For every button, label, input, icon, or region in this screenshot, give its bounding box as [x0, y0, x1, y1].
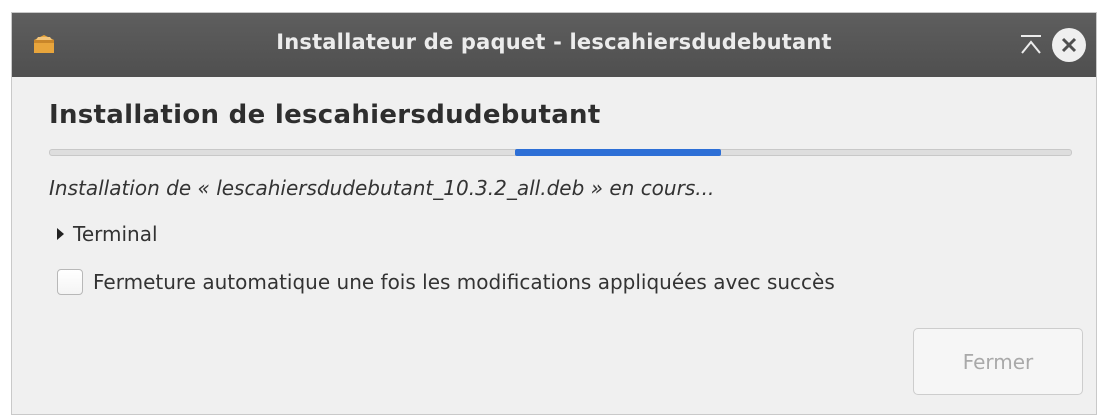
minimize-icon[interactable]	[1017, 31, 1045, 59]
page-title: Installation de lescahiersdudebutant	[49, 100, 601, 130]
expander-arrow-icon	[57, 228, 64, 240]
terminal-expander[interactable]: Terminal	[57, 222, 158, 246]
installer-window: Installateur de paquet - lescahiersdudeb…	[11, 12, 1097, 415]
window-title: Installateur de paquet - lescahiersdudeb…	[276, 30, 832, 54]
window-close-button[interactable]	[1052, 28, 1086, 62]
progress-indicator	[515, 149, 721, 156]
close-button[interactable]: Fermer	[913, 328, 1083, 395]
title-bar[interactable]: Installateur de paquet - lescahiersdudeb…	[12, 13, 1096, 77]
auto-close-label: Fermeture automatique une fois les modif…	[93, 270, 835, 294]
close-icon	[1061, 37, 1077, 53]
expander-label: Terminal	[73, 222, 158, 246]
auto-close-option[interactable]: Fermeture automatique une fois les modif…	[57, 269, 835, 295]
status-text: Installation de « lescahiersdudebutant_1…	[49, 176, 715, 200]
auto-close-checkbox[interactable]	[57, 269, 83, 295]
